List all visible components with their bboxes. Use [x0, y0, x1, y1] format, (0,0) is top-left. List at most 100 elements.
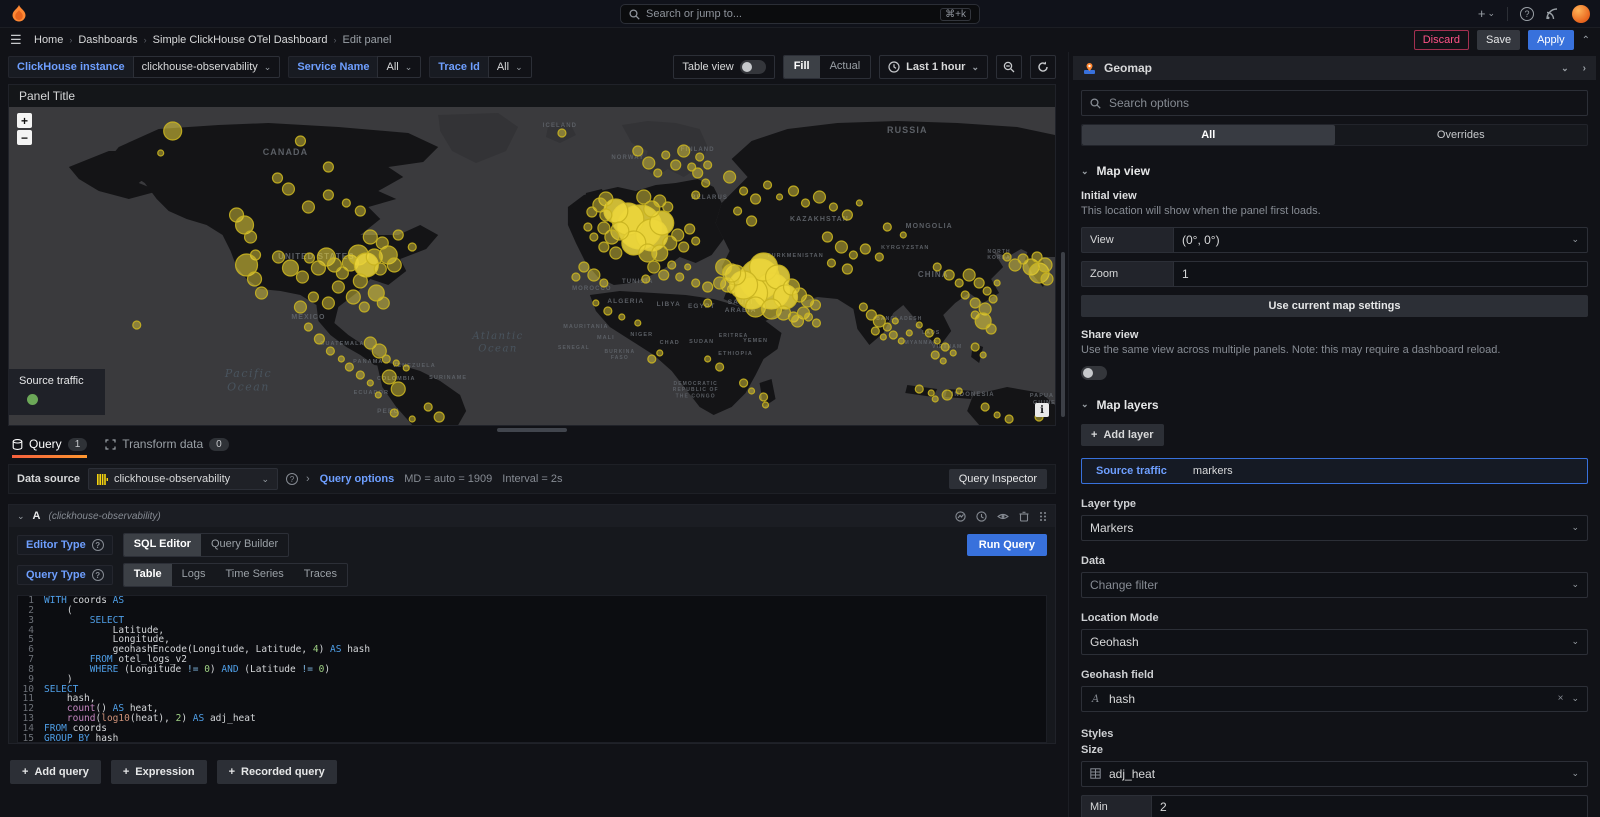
map-marker[interactable] [377, 297, 389, 309]
query-options-toggle[interactable]: Query options [320, 473, 395, 485]
vertical-scrollbar[interactable] [1060, 52, 1068, 817]
map-marker[interactable] [835, 241, 847, 253]
run-query-button[interactable]: Run Query [967, 534, 1047, 556]
map-marker[interactable] [322, 297, 334, 309]
map-marker[interactable] [342, 199, 350, 207]
query-inspector-button[interactable]: Query Inspector [949, 469, 1047, 489]
map-marker[interactable] [408, 243, 416, 251]
menu-icon[interactable]: ☰ [10, 32, 26, 48]
help-icon[interactable]: ? [1520, 7, 1534, 21]
map-marker[interactable] [323, 162, 333, 172]
map-marker[interactable] [934, 338, 940, 344]
map-marker[interactable] [740, 187, 748, 195]
map-marker[interactable] [804, 313, 812, 321]
map-marker[interactable] [1005, 415, 1013, 423]
map-marker[interactable] [619, 314, 625, 320]
collapse-query-icon[interactable]: ⌄ [17, 511, 25, 522]
breadcrumb-item[interactable]: Edit panel [343, 34, 392, 46]
map-marker[interactable] [642, 275, 650, 283]
option-table[interactable]: Table [124, 564, 172, 586]
avatar[interactable] [1572, 5, 1590, 23]
map-marker[interactable] [871, 327, 879, 335]
map-marker[interactable] [676, 273, 684, 281]
map-marker[interactable] [989, 295, 997, 303]
map-marker[interactable] [801, 199, 809, 207]
map-marker[interactable] [599, 242, 609, 252]
map-marker[interactable] [942, 390, 952, 400]
map-marker[interactable] [792, 315, 804, 327]
map-marker[interactable] [747, 216, 757, 226]
map-marker[interactable] [944, 270, 954, 280]
map-marker[interactable] [353, 274, 367, 288]
map-marker[interactable] [906, 330, 912, 336]
save-button[interactable]: Save [1477, 30, 1520, 50]
map-marker[interactable] [716, 363, 724, 371]
viz-caret-icon[interactable]: ⌄ [1561, 63, 1569, 74]
map-marker[interactable] [980, 352, 986, 358]
add-menu-button[interactable]: +⌄ [1478, 6, 1495, 21]
map-marker[interactable] [355, 206, 365, 216]
map-marker[interactable] [950, 350, 956, 356]
breadcrumb-item[interactable]: Simple ClickHouse OTel Dashboard [153, 34, 328, 46]
map-marker[interactable] [434, 412, 444, 422]
map-marker[interactable] [633, 146, 643, 156]
filter-value-select[interactable]: All⌄ [488, 56, 532, 78]
map-marker[interactable] [164, 122, 182, 140]
map-marker[interactable] [374, 263, 386, 275]
option-query-builder[interactable]: Query Builder [201, 534, 288, 556]
map-marker[interactable] [663, 202, 673, 212]
map-marker[interactable] [704, 161, 712, 169]
map-marker[interactable] [883, 323, 891, 331]
map-marker[interactable] [610, 247, 622, 259]
map-marker[interactable] [810, 300, 820, 310]
filter-value-select[interactable]: clickhouse-observability⌄ [133, 56, 281, 78]
map-marker[interactable] [584, 223, 592, 231]
add-query-button[interactable]: +Add query [10, 760, 101, 784]
map-marker[interactable] [390, 409, 398, 417]
map-zoom-out-button[interactable]: − [17, 130, 32, 145]
news-icon[interactable] [1546, 8, 1560, 20]
map-marker[interactable] [956, 388, 962, 394]
map-marker[interactable] [900, 232, 906, 238]
map-marker[interactable] [751, 194, 761, 204]
actual-option[interactable]: Actual [820, 56, 871, 78]
map-marker[interactable] [654, 169, 662, 177]
map-marker[interactable] [604, 307, 612, 315]
map-marker[interactable] [572, 273, 580, 281]
map-marker[interactable] [558, 129, 566, 137]
map-marker[interactable] [702, 179, 710, 187]
map-marker[interactable] [941, 343, 949, 351]
query-type-help-icon[interactable]: ? [92, 569, 104, 581]
map-marker[interactable] [983, 287, 991, 295]
table-view-switch[interactable] [740, 60, 766, 74]
map-marker[interactable] [272, 173, 282, 183]
map-marker[interactable] [393, 360, 399, 366]
map-marker[interactable] [326, 347, 334, 355]
map-marker[interactable] [856, 200, 862, 206]
clear-icon[interactable]: × [1558, 693, 1564, 704]
map-marker[interactable] [600, 279, 608, 287]
map-marker[interactable] [970, 298, 980, 308]
map-marker[interactable] [971, 311, 979, 319]
map-marker[interactable] [356, 371, 364, 379]
map-marker[interactable] [367, 380, 373, 386]
map-marker[interactable] [933, 263, 941, 271]
map-marker[interactable] [387, 258, 401, 272]
map-marker[interactable] [889, 331, 897, 339]
viz-picker[interactable]: Geomap ⌄› [1073, 56, 1596, 80]
tab-query[interactable]: Query1 [12, 437, 87, 458]
map-marker[interactable] [643, 157, 655, 169]
map-marker[interactable] [693, 168, 703, 178]
editor-type-help-icon[interactable]: ? [92, 539, 104, 551]
map-marker[interactable] [302, 201, 314, 213]
map-marker[interactable] [403, 365, 409, 371]
panel-resize-handle[interactable] [8, 426, 1056, 434]
map-marker[interactable] [346, 290, 360, 304]
map-marker[interactable] [1003, 253, 1011, 261]
map-marker[interactable] [955, 279, 963, 287]
map-marker[interactable] [692, 191, 700, 199]
map-marker[interactable] [849, 251, 857, 259]
layer-row[interactable]: Source traffic markers [1081, 458, 1588, 484]
datasource-help-icon[interactable]: ? [286, 473, 298, 485]
map-marker[interactable] [588, 269, 600, 281]
